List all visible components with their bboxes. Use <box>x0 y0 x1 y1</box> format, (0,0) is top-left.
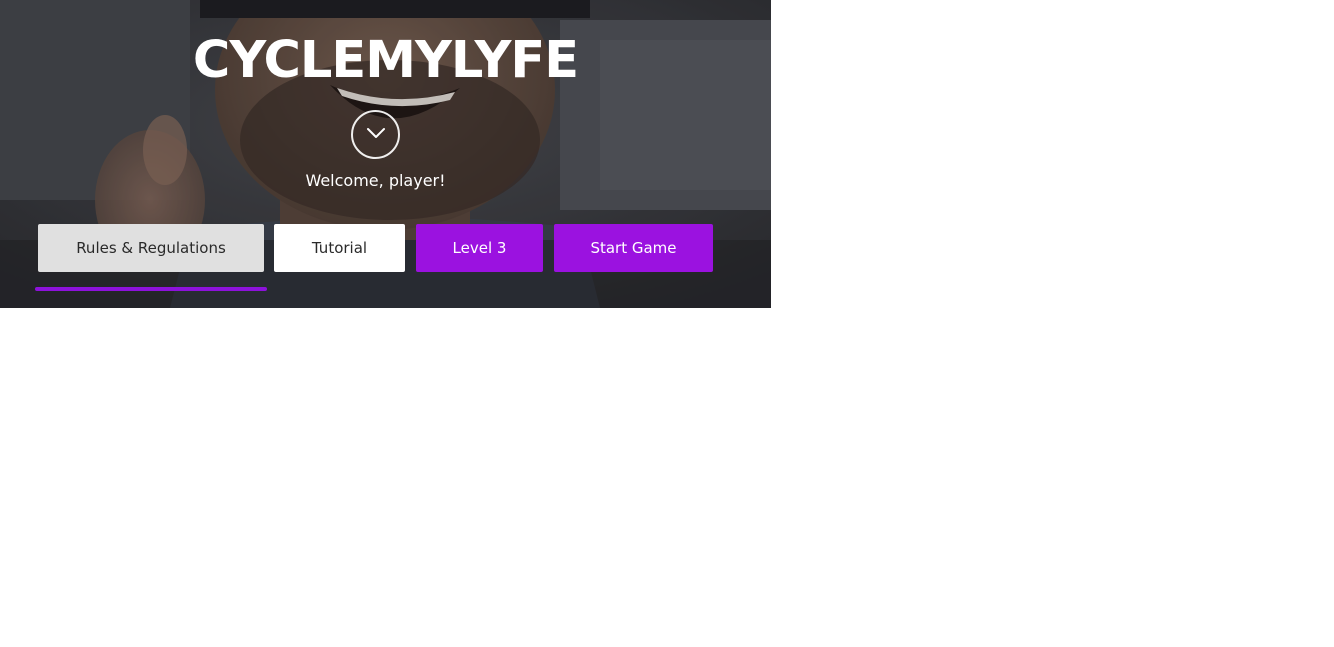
scroll-down-button[interactable] <box>351 110 400 159</box>
active-tab-indicator <box>35 287 267 291</box>
hero-banner: CYCLEMYLYFE Welcome, player! Rules & Reg… <box>0 0 771 308</box>
chevron-down-icon <box>365 125 387 144</box>
welcome-message: Welcome, player! <box>305 171 446 190</box>
start-game-button[interactable]: Start Game <box>554 224 713 272</box>
level-button[interactable]: Level 3 <box>416 224 543 272</box>
page-title: CYCLEMYLYFE <box>192 31 579 90</box>
rules-regulations-button[interactable]: Rules & Regulations <box>38 224 264 272</box>
tutorial-button[interactable]: Tutorial <box>274 224 405 272</box>
